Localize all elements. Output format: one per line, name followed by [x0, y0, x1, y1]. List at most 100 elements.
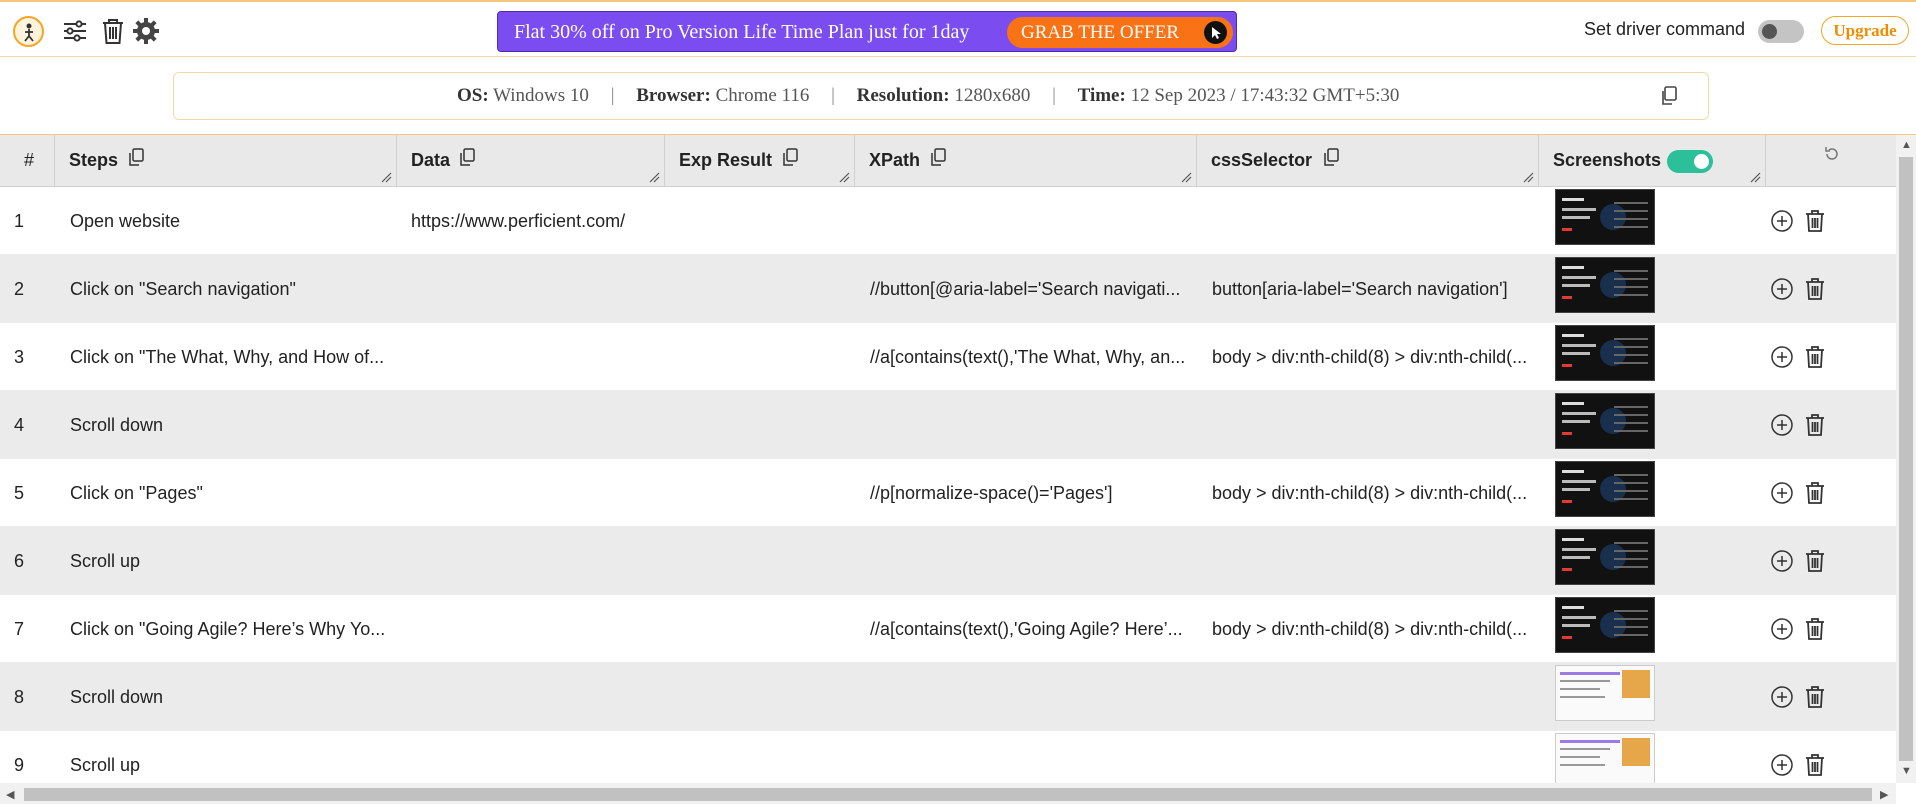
step-css-selector[interactable]	[1212, 187, 1532, 255]
step-number[interactable]: 7	[14, 595, 50, 663]
step-data[interactable]	[411, 527, 661, 595]
delete-step-icon[interactable]	[1804, 617, 1826, 641]
step-description[interactable]: Scroll down	[70, 391, 390, 459]
column-header-screenshots[interactable]: Screenshots	[1539, 135, 1766, 187]
step-expected-result[interactable]	[679, 391, 849, 459]
sliders-icon[interactable]	[60, 16, 90, 46]
step-data[interactable]	[411, 323, 661, 391]
step-xpath[interactable]	[870, 391, 1190, 459]
resize-handle-icon[interactable]	[648, 171, 660, 183]
step-description[interactable]: Click on "Search navigation"	[70, 255, 390, 323]
step-data[interactable]	[411, 663, 661, 731]
resize-handle-icon[interactable]	[1180, 171, 1192, 183]
add-step-icon[interactable]	[1770, 277, 1794, 301]
step-number[interactable]: 8	[14, 663, 50, 731]
step-number[interactable]: 1	[14, 187, 50, 255]
column-header-css-selector[interactable]: cssSelector	[1197, 135, 1539, 187]
column-header-steps[interactable]: Steps	[55, 135, 397, 187]
grab-offer-button[interactable]: GRAB THE OFFER	[1007, 17, 1233, 48]
step-expected-result[interactable]	[679, 527, 849, 595]
copy-icon[interactable]	[1660, 86, 1678, 106]
step-xpath[interactable]	[870, 527, 1190, 595]
table-row[interactable]: 2 Click on "Search navigation" //button[@a…	[0, 255, 1896, 323]
step-number[interactable]: 6	[14, 527, 50, 595]
screenshot-thumbnail[interactable]	[1555, 597, 1655, 653]
add-step-icon[interactable]	[1770, 549, 1794, 573]
vertical-scrollbar[interactable]: ▲ ▼	[1896, 135, 1916, 783]
reset-icon[interactable]	[1823, 145, 1841, 163]
step-number[interactable]: 3	[14, 323, 50, 391]
copy-icon[interactable]	[782, 148, 798, 167]
step-css-selector[interactable]	[1212, 391, 1532, 459]
step-xpath[interactable]: //button[@aria-label='Search navigati...	[870, 255, 1190, 323]
step-data[interactable]	[411, 595, 661, 663]
step-data[interactable]	[411, 391, 661, 459]
resize-handle-icon[interactable]	[1749, 171, 1761, 183]
add-step-icon[interactable]	[1770, 413, 1794, 437]
step-number[interactable]: 4	[14, 391, 50, 459]
delete-step-icon[interactable]	[1804, 685, 1826, 709]
add-step-icon[interactable]	[1770, 481, 1794, 505]
scroll-down-arrow-icon[interactable]: ▼	[1901, 765, 1912, 777]
delete-step-icon[interactable]	[1804, 413, 1826, 437]
horizontal-scrollbar[interactable]: ◀ ▶	[0, 783, 1896, 804]
step-expected-result[interactable]	[679, 255, 849, 323]
delete-step-icon[interactable]	[1804, 549, 1826, 573]
settings-gear-icon[interactable]	[131, 16, 161, 46]
upgrade-button[interactable]: Upgrade	[1821, 16, 1909, 45]
step-xpath[interactable]: //a[contains(text(),'Going Agile? Here’.…	[870, 595, 1190, 663]
step-expected-result[interactable]	[679, 323, 849, 391]
step-description[interactable]: Click on "Going Agile? Here’s Why Yo...	[70, 595, 390, 663]
screenshots-toggle[interactable]	[1667, 150, 1713, 173]
add-step-icon[interactable]	[1770, 345, 1794, 369]
scroll-up-arrow-icon[interactable]: ▲	[1901, 139, 1912, 151]
screenshot-thumbnail[interactable]	[1555, 529, 1655, 585]
delete-step-icon[interactable]	[1804, 753, 1826, 777]
copy-icon[interactable]	[128, 148, 144, 167]
step-css-selector[interactable]: body > div:nth-child(8) > div:nth-child(…	[1212, 595, 1532, 663]
resize-handle-icon[interactable]	[1522, 171, 1534, 183]
table-row[interactable]: 5 Click on "Pages" //p[normalize-space()='…	[0, 459, 1896, 527]
delete-step-icon[interactable]	[1804, 209, 1826, 233]
resize-handle-icon[interactable]	[380, 171, 392, 183]
step-css-selector[interactable]: body > div:nth-child(8) > div:nth-child(…	[1212, 459, 1532, 527]
step-expected-result[interactable]	[679, 595, 849, 663]
step-xpath[interactable]: //p[normalize-space()='Pages']	[870, 459, 1190, 527]
screenshot-thumbnail[interactable]	[1555, 461, 1655, 517]
scroll-left-arrow-icon[interactable]: ◀	[6, 788, 14, 801]
delete-step-icon[interactable]	[1804, 481, 1826, 505]
driver-command-toggle[interactable]	[1758, 20, 1804, 43]
step-data[interactable]: https://www.perficient.com/	[411, 187, 661, 255]
step-description[interactable]: Scroll up	[70, 527, 390, 595]
trash-icon[interactable]	[98, 16, 128, 46]
column-header-exp-result[interactable]: Exp Result	[665, 135, 855, 187]
step-css-selector[interactable]	[1212, 663, 1532, 731]
screenshot-thumbnail[interactable]	[1555, 189, 1655, 245]
step-css-selector[interactable]: body > div:nth-child(8) > div:nth-child(…	[1212, 323, 1532, 391]
add-step-icon[interactable]	[1770, 209, 1794, 233]
copy-icon[interactable]	[459, 148, 475, 167]
table-row[interactable]: 8 Scroll down	[0, 663, 1896, 731]
column-header-xpath[interactable]: XPath	[855, 135, 1197, 187]
table-row[interactable]: 1 Open website https://www.perficient.com/	[0, 187, 1896, 255]
step-description[interactable]: Click on "Pages"	[70, 459, 390, 527]
delete-step-icon[interactable]	[1804, 277, 1826, 301]
screenshot-thumbnail[interactable]	[1555, 665, 1655, 721]
step-xpath[interactable]	[870, 187, 1190, 255]
step-number[interactable]: 5	[14, 459, 50, 527]
screenshot-thumbnail[interactable]	[1555, 257, 1655, 313]
delete-step-icon[interactable]	[1804, 345, 1826, 369]
step-data[interactable]	[411, 459, 661, 527]
scrollbar-thumb[interactable]	[24, 788, 1872, 801]
add-step-icon[interactable]	[1770, 685, 1794, 709]
step-data[interactable]	[411, 255, 661, 323]
step-description[interactable]: Scroll down	[70, 663, 390, 731]
screenshot-thumbnail[interactable]	[1555, 393, 1655, 449]
resize-handle-icon[interactable]	[838, 171, 850, 183]
copy-icon[interactable]	[1323, 148, 1339, 167]
app-logo-icon[interactable]	[13, 16, 44, 47]
step-xpath[interactable]: //a[contains(text(),'The What, Why, an..…	[870, 323, 1190, 391]
table-row[interactable]: 7 Click on "Going Agile? Here’s Why Yo...…	[0, 595, 1896, 663]
column-header-data[interactable]: Data	[397, 135, 665, 187]
scroll-right-arrow-icon[interactable]: ▶	[1880, 788, 1888, 801]
